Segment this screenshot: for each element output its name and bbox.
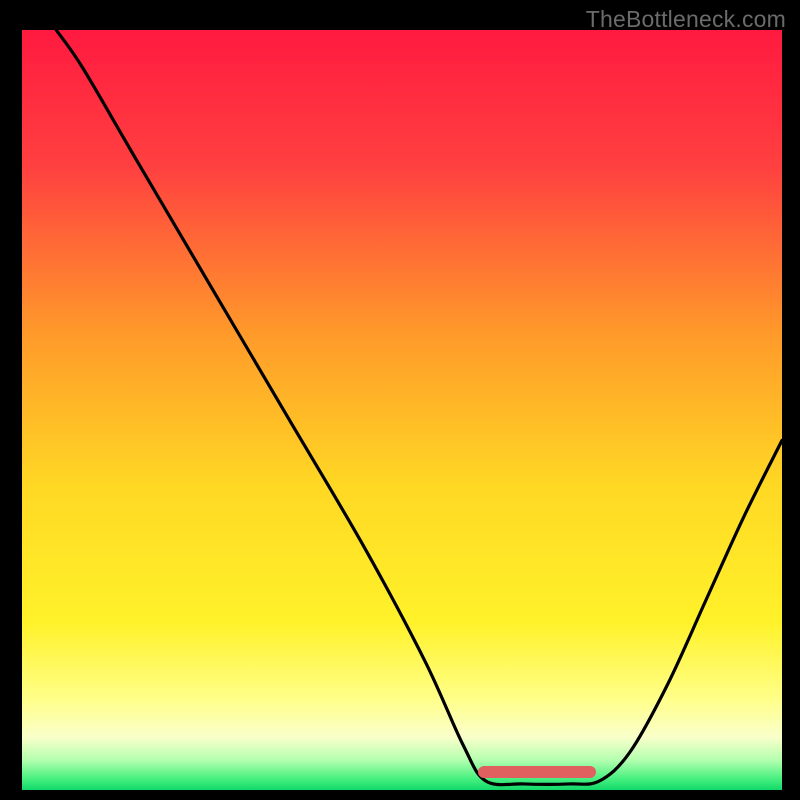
chart-container: [22, 30, 782, 790]
optimal-range-marker: [478, 766, 596, 778]
watermark-text: TheBottleneck.com: [586, 6, 786, 33]
bottleneck-curve: [22, 30, 782, 790]
